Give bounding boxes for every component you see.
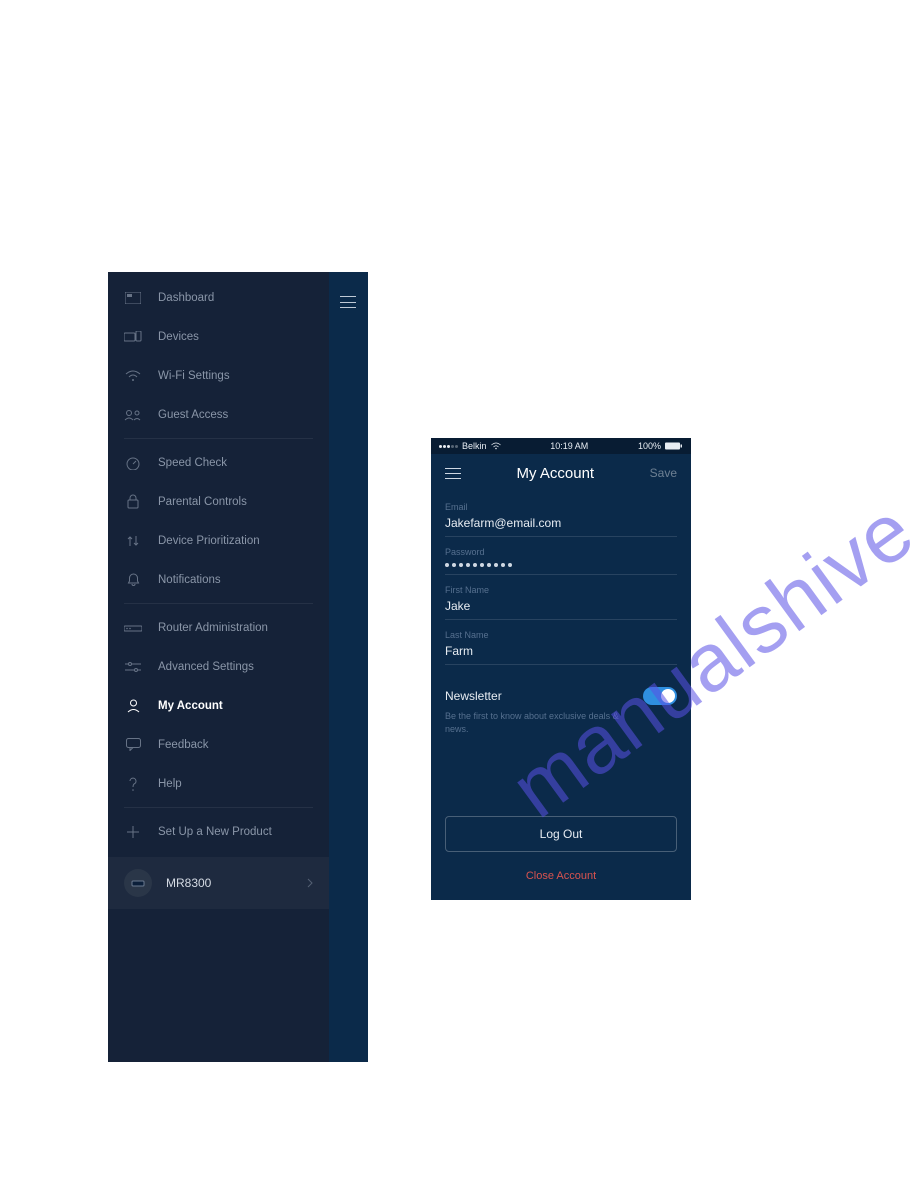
sidebar-item-setup[interactable]: Set Up a New Product xyxy=(108,812,329,851)
sidebar-phone: Dashboard Devices Wi-Fi Settings Guest A… xyxy=(108,272,368,1062)
device-row[interactable]: MR8300 xyxy=(108,857,329,909)
plus-icon xyxy=(124,823,142,841)
carrier-label: Belkin xyxy=(462,441,487,451)
sidebar-item-speed[interactable]: Speed Check xyxy=(108,443,329,482)
sidebar-item-label: Notifications xyxy=(158,574,221,586)
close-account-link[interactable]: Close Account xyxy=(445,852,677,900)
help-icon xyxy=(124,775,142,793)
newsletter-desc: Be the first to know about exclusive dea… xyxy=(445,705,625,735)
signal-dots-icon xyxy=(439,445,458,448)
sidebar-item-dashboard[interactable]: Dashboard xyxy=(108,278,329,317)
account-phone: Belkin 10:19 AM 100% My Account Save Ema… xyxy=(431,438,691,900)
bell-icon xyxy=(124,571,142,589)
sidebar-item-help[interactable]: Help xyxy=(108,764,329,803)
sliders-icon xyxy=(124,658,142,676)
sidebar-item-advanced[interactable]: Advanced Settings xyxy=(108,647,329,686)
field-label: Email xyxy=(445,502,677,512)
sidebar-menu: Dashboard Devices Wi-Fi Settings Guest A… xyxy=(108,278,329,851)
sidebar-item-devices[interactable]: Devices xyxy=(108,317,329,356)
wifi-status-icon xyxy=(491,442,501,450)
sidebar-item-label: Set Up a New Product xyxy=(158,826,272,838)
menu-separator xyxy=(124,603,313,604)
sidebar-item-label: Router Administration xyxy=(158,622,268,634)
sidebar-item-guest[interactable]: Guest Access xyxy=(108,395,329,434)
menu-separator xyxy=(124,807,313,808)
battery-icon xyxy=(665,442,683,450)
nav-bar: My Account Save xyxy=(431,454,691,492)
sidebar-item-label: Guest Access xyxy=(158,409,228,421)
field-label: First Name xyxy=(445,585,677,595)
email-field[interactable]: Email Jakefarm@email.com xyxy=(445,492,677,537)
devices-icon xyxy=(124,328,142,346)
field-label: Password xyxy=(445,547,677,557)
wifi-icon xyxy=(124,367,142,385)
lastname-field[interactable]: Last Name Farm xyxy=(445,620,677,665)
sidebar-item-label: Devices xyxy=(158,331,199,343)
dashboard-icon xyxy=(124,289,142,307)
arrows-icon xyxy=(124,532,142,550)
field-label: Last Name xyxy=(445,630,677,640)
sidebar-item-label: Feedback xyxy=(158,739,209,751)
chat-icon xyxy=(124,736,142,754)
menu-separator xyxy=(124,438,313,439)
page-title: My Account xyxy=(517,465,595,482)
newsletter-label: Newsletter xyxy=(445,689,502,703)
router-icon xyxy=(124,619,142,637)
chevron-right-icon xyxy=(307,878,313,888)
save-button[interactable]: Save xyxy=(650,466,677,480)
status-bar: Belkin 10:19 AM 100% xyxy=(431,438,691,454)
sidebar-item-my-account[interactable]: My Account xyxy=(108,686,329,725)
sidebar-item-feedback[interactable]: Feedback xyxy=(108,725,329,764)
device-name: MR8300 xyxy=(166,876,211,890)
field-value: Jake xyxy=(445,595,677,620)
sidebar-item-label: Speed Check xyxy=(158,457,227,469)
hamburger-icon[interactable] xyxy=(445,468,461,479)
lock-icon xyxy=(124,493,142,511)
main-content-peek xyxy=(329,272,368,1062)
person-icon xyxy=(124,697,142,715)
field-value: Jakefarm@email.com xyxy=(445,512,677,537)
sidebar-item-label: Help xyxy=(158,778,182,790)
sidebar-item-notifications[interactable]: Notifications xyxy=(108,560,329,599)
clock-label: 10:19 AM xyxy=(550,441,588,451)
sidebar-item-label: Advanced Settings xyxy=(158,661,254,673)
sidebar-item-label: Dashboard xyxy=(158,292,214,304)
sidebar-item-label: Wi-Fi Settings xyxy=(158,370,230,382)
password-field[interactable]: Password xyxy=(445,537,677,575)
password-mask-icon xyxy=(445,557,677,575)
hamburger-icon[interactable] xyxy=(340,296,356,308)
battery-percent: 100% xyxy=(638,441,661,451)
sidebar-item-router-admin[interactable]: Router Administration xyxy=(108,608,329,647)
gauge-icon xyxy=(124,454,142,472)
logout-button[interactable]: Log Out xyxy=(445,816,677,852)
firstname-field[interactable]: First Name Jake xyxy=(445,575,677,620)
sidebar-item-label: My Account xyxy=(158,700,223,712)
guest-icon xyxy=(124,406,142,424)
sidebar-item-prioritization[interactable]: Device Prioritization xyxy=(108,521,329,560)
sidebar-item-label: Parental Controls xyxy=(158,496,247,508)
sidebar-item-label: Device Prioritization xyxy=(158,535,260,547)
field-value: Farm xyxy=(445,640,677,665)
newsletter-toggle[interactable] xyxy=(643,687,677,705)
device-avatar-icon xyxy=(124,869,152,897)
sidebar-item-parental[interactable]: Parental Controls xyxy=(108,482,329,521)
sidebar-item-wifi[interactable]: Wi-Fi Settings xyxy=(108,356,329,395)
